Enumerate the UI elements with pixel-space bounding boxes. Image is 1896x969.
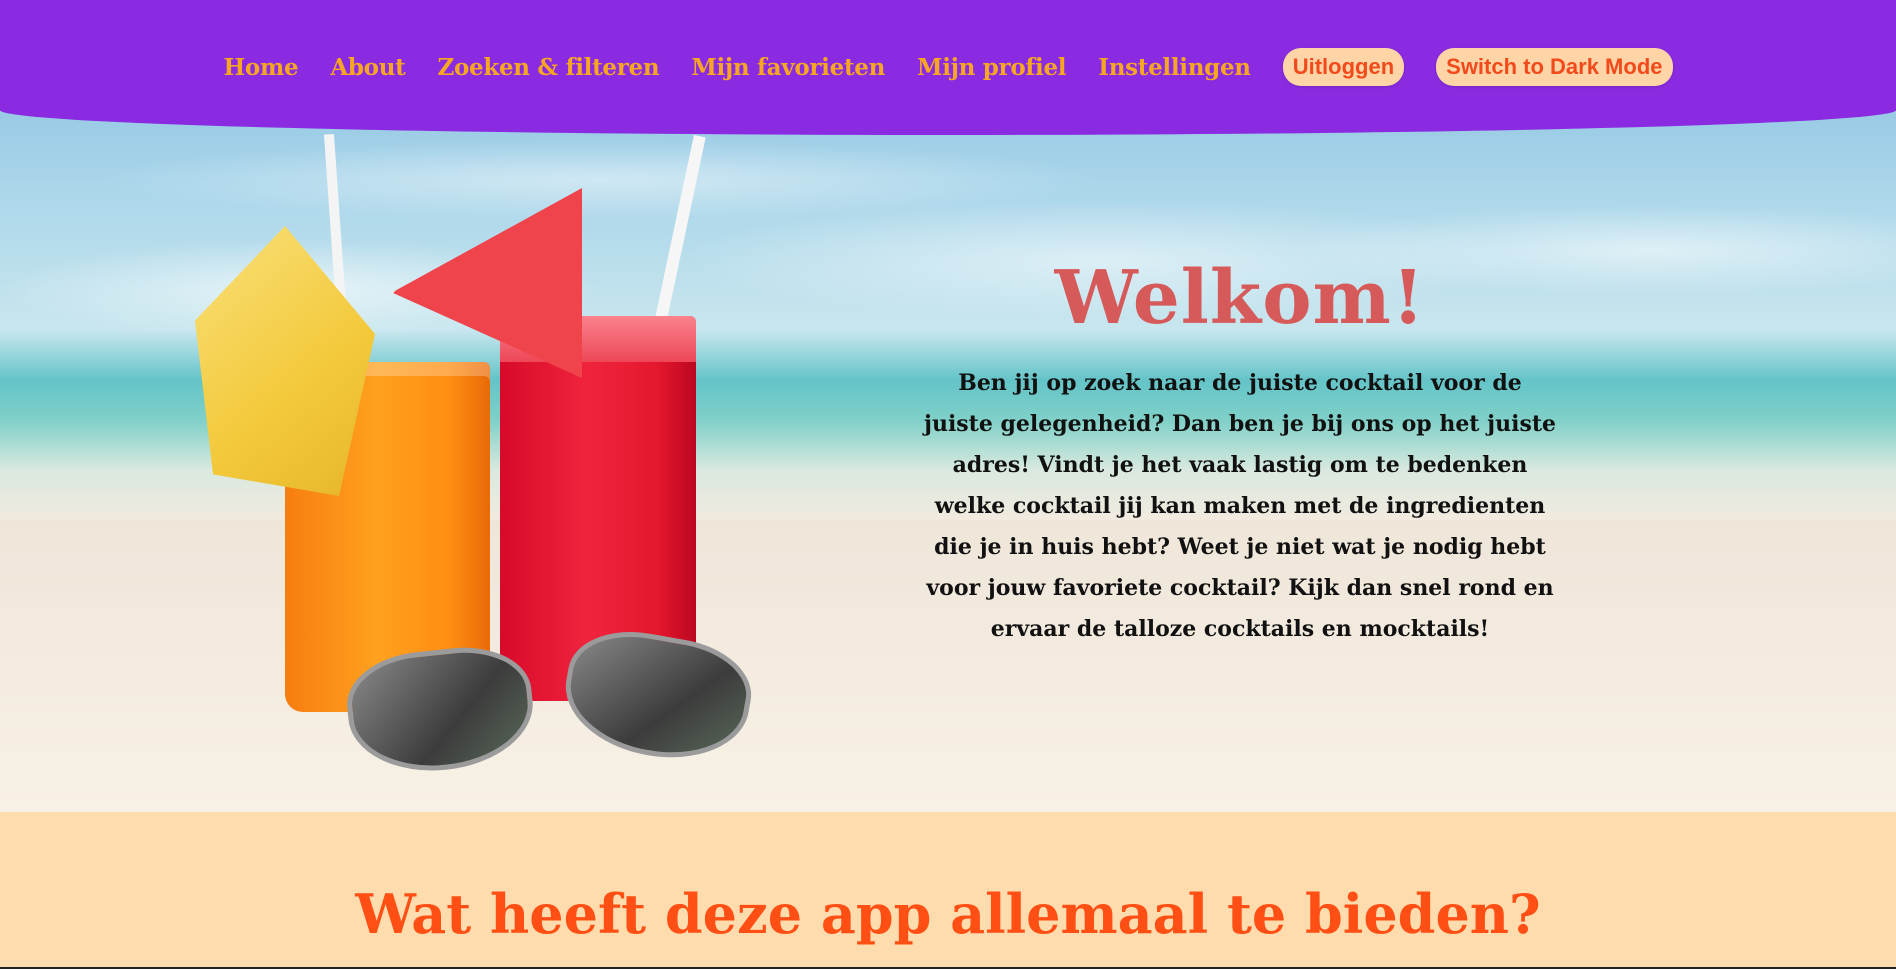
nav-profile[interactable]: Mijn profiel (917, 54, 1067, 81)
features-section: Wat heeft deze app allemaal te bieden? (0, 812, 1896, 969)
nav-about[interactable]: About (330, 54, 405, 81)
welcome-text: Ben jij op zoek naar de juiste cocktail … (923, 370, 1556, 642)
nav-search-filter[interactable]: Zoeken & filteren (437, 54, 659, 81)
main-nav: Home About Zoeken & filteren Mijn favori… (0, 48, 1896, 86)
nav-favorites[interactable]: Mijn favorieten (691, 54, 885, 81)
logout-button[interactable]: Uitloggen (1282, 48, 1405, 86)
sunglasses-image (340, 620, 760, 780)
nav-settings[interactable]: Instellingen (1098, 54, 1251, 81)
nav-home[interactable]: Home (224, 54, 299, 81)
dark-mode-toggle-button[interactable]: Switch to Dark Mode (1436, 48, 1673, 86)
features-heading: Wat heeft deze app allemaal te bieden? (355, 882, 1541, 946)
welcome-title: Welkom! (1054, 255, 1426, 341)
welcome-block: Welkom! Ben jij op zoek naar de juiste c… (920, 255, 1560, 650)
